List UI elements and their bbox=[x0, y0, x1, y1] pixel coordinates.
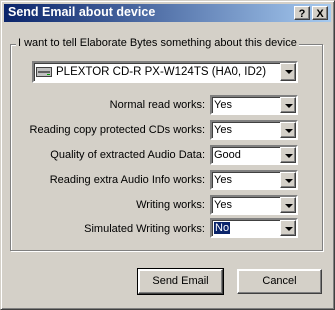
writing-label: Writing works: bbox=[136, 199, 205, 211]
copy-protected-value: Yes bbox=[214, 124, 232, 136]
copy-protected-select[interactable]: Yes bbox=[210, 120, 298, 140]
help-button[interactable]: ? bbox=[294, 6, 310, 20]
close-button[interactable]: X bbox=[312, 6, 328, 20]
chevron-down-icon[interactable] bbox=[280, 97, 296, 113]
cancel-button[interactable]: Cancel bbox=[237, 269, 322, 294]
chevron-down-icon[interactable] bbox=[280, 172, 296, 188]
writing-value: Yes bbox=[214, 199, 232, 211]
extra-audio-info-select[interactable]: Yes bbox=[210, 170, 298, 190]
simulated-writing-value: No bbox=[212, 221, 232, 235]
chevron-down-icon[interactable] bbox=[280, 147, 296, 163]
group-label: I want to tell Elaborate Bytes something… bbox=[16, 37, 299, 49]
audio-quality-select[interactable]: Good bbox=[210, 145, 298, 165]
window-title: Send Email about device bbox=[8, 5, 156, 19]
chevron-down-icon[interactable] bbox=[280, 220, 296, 236]
simulated-writing-select[interactable]: No bbox=[210, 218, 298, 238]
normal-read-select[interactable]: Yes bbox=[210, 95, 298, 115]
device-dropdown-arrow[interactable] bbox=[280, 63, 296, 81]
extra-audio-info-label: Reading extra Audio Info works: bbox=[49, 174, 205, 186]
normal-read-label: Normal read works: bbox=[109, 99, 205, 111]
cd-drive-icon bbox=[36, 67, 52, 78]
send-email-button[interactable]: Send Email bbox=[137, 268, 224, 295]
chevron-down-icon[interactable] bbox=[280, 122, 296, 138]
normal-read-value: Yes bbox=[214, 99, 232, 111]
extra-audio-info-value: Yes bbox=[214, 174, 232, 186]
audio-quality-value: Good bbox=[214, 149, 241, 161]
audio-quality-label: Quality of extracted Audio Data: bbox=[50, 149, 205, 161]
title-bar[interactable]: Send Email about device ? X bbox=[4, 4, 331, 22]
copy-protected-label: Reading copy protected CDs works: bbox=[29, 124, 205, 136]
chevron-down-icon[interactable] bbox=[280, 197, 296, 213]
device-select[interactable]: PLEXTOR CD-R PX-W124TS (HA0, ID2) bbox=[32, 61, 298, 83]
writing-select[interactable]: Yes bbox=[210, 195, 298, 215]
simulated-writing-label: Simulated Writing works: bbox=[84, 223, 205, 235]
device-value: PLEXTOR CD-R PX-W124TS (HA0, ID2) bbox=[56, 66, 267, 78]
